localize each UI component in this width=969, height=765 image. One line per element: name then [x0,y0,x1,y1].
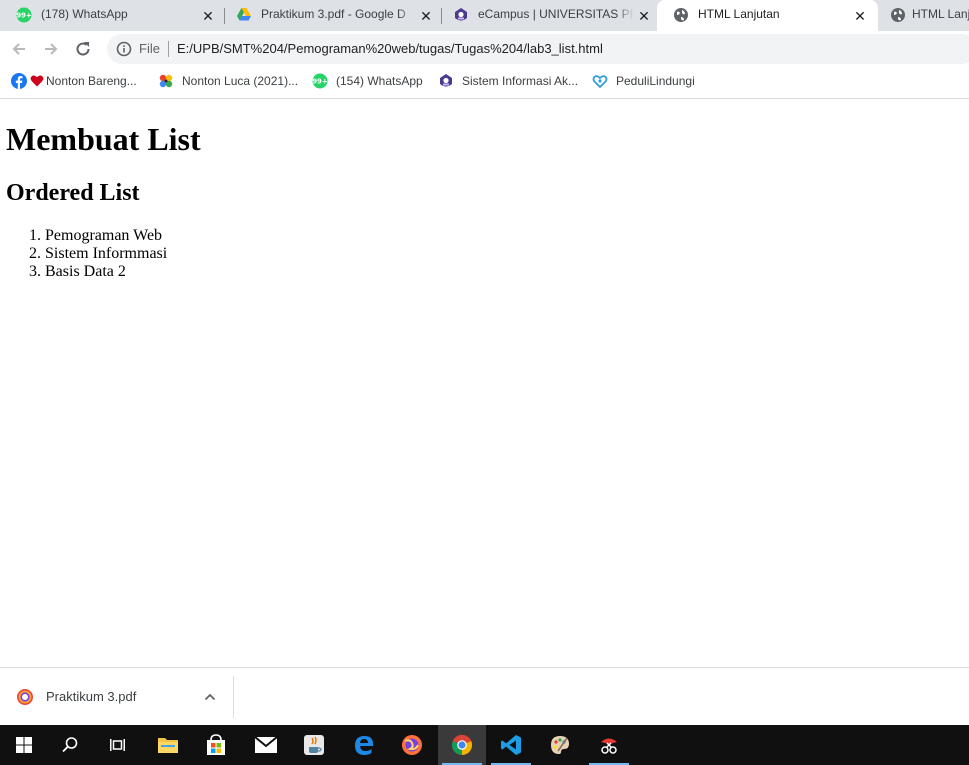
tab-title: HTML Lanjutan [698,7,780,21]
bookmark-label: Sistem Informasi Ak... [462,74,579,88]
url-text[interactable]: E:/UPB/SMT%204/Pemograman%20web/tugas/Tu… [177,34,603,64]
page-heading: Membuat List [6,121,201,157]
globe-icon [673,7,689,23]
java-icon[interactable] [290,725,338,765]
download-filename: Praktikum 3.pdf [46,689,137,704]
heart-icon [30,74,44,88]
snipping-icon[interactable] [585,725,633,765]
list-item: Pemograman Web [45,227,167,245]
chevron-up-icon[interactable] [202,689,218,705]
pdf-reader-icon [16,688,34,706]
vscode-icon[interactable] [487,725,535,765]
list-item: Sistem Informmasi [45,245,167,263]
close-icon[interactable]: ✕ [418,8,434,24]
close-icon[interactable]: ✕ [852,8,868,24]
bookmark-pedulilindungi[interactable]: PeduliLindungi [592,67,695,95]
chrome-icon[interactable] [438,725,486,765]
tab-title: HTML Lanj [912,7,969,21]
title-fade [398,0,416,29]
title-fade [616,0,634,29]
arrow-left-icon [12,43,25,55]
bookmark-nonton-luca[interactable]: Nonton Luca (2021)... [158,67,298,95]
download-shelf: Praktikum 3.pdf [0,667,969,725]
bookmark-whatsapp[interactable]: 99+ (154) WhatsApp [312,67,423,95]
windows-taskbar [0,725,969,765]
download-separator [233,676,234,718]
tab-strip: 99+ (178) WhatsApp ✕ Praktikum 3.pdf - G… [0,0,969,31]
tab-title: (178) WhatsApp [41,7,128,21]
omnibox-separator [168,41,169,57]
pedulilindungi-icon [592,73,608,89]
firefox-icon[interactable] [388,725,436,765]
store-icon[interactable] [192,725,240,765]
tab-html-lanjutan-active[interactable]: HTML Lanjutan ✕ [657,0,878,31]
close-icon[interactable]: ✕ [200,8,216,24]
windows-start-icon[interactable] [0,725,48,765]
scheme-label: File [139,41,160,56]
search-icon[interactable] [46,725,94,765]
svg-text:99+: 99+ [312,78,328,86]
download-item[interactable]: Praktikum 3.pdf [0,668,233,726]
close-icon[interactable]: ✕ [636,8,652,24]
info-icon[interactable] [116,41,132,57]
google-drive-icon [236,7,252,23]
globe-icon [890,7,906,23]
back-button[interactable] [7,37,31,61]
university-logo-icon [438,73,454,89]
bookmark-sistem-informasi[interactable]: Sistem Informasi Ak... [438,67,578,95]
paint-icon[interactable] [536,725,584,765]
mail-icon[interactable] [242,725,290,765]
arrow-right-icon [45,43,58,55]
reload-icon [76,42,90,56]
ordered-list-heading: Ordered List [6,180,140,206]
forward-button[interactable] [39,37,63,61]
task-view-icon[interactable] [93,725,141,765]
tab-ecampus[interactable]: eCampus | UNIVERSITAS PELI ✕ [437,0,658,31]
bookmark-label: Nonton Bareng... [46,74,137,88]
facebook-icon [11,73,27,89]
whatsapp-icon: 99+ [312,73,328,89]
university-logo-icon [453,7,469,23]
bookmarks-bar: Nonton Bareng... Nonton Luca (2021)... 9… [0,67,969,99]
pinwheel-icon [158,73,174,89]
tab-title: Praktikum 3.pdf - Google Dri [261,7,406,21]
tab-title: eCampus | UNIVERSITAS PELI [478,7,633,21]
whatsapp-icon: 99+ [16,7,32,23]
file-explorer-icon[interactable] [144,725,192,765]
list-item: Basis Data 2 [45,263,167,281]
page-content: Membuat List Ordered List Pemograman Web… [0,100,969,667]
tab-google-drive[interactable]: Praktikum 3.pdf - Google Dri ✕ [220,0,440,31]
bookmark-label: (154) WhatsApp [336,74,423,88]
bookmark-nonton-bareng[interactable]: Nonton Bareng... [11,67,137,95]
browser-toolbar: File E:/UPB/SMT%204/Pemograman%20web/tug… [0,31,969,67]
tab-html-lanjutan-2[interactable]: HTML Lanj [874,0,969,31]
bookmark-label: PeduliLindungi [616,74,695,88]
edge-icon[interactable] [340,725,388,765]
bookmark-label: Nonton Luca (2021)... [182,74,299,88]
tab-whatsapp[interactable]: 99+ (178) WhatsApp ✕ [0,0,222,31]
ordered-list: Pemograman Web Sistem Informmasi Basis D… [5,227,167,281]
address-bar[interactable]: File E:/UPB/SMT%204/Pemograman%20web/tug… [107,34,969,64]
svg-text:99+: 99+ [16,12,32,20]
reload-button[interactable] [71,37,95,61]
